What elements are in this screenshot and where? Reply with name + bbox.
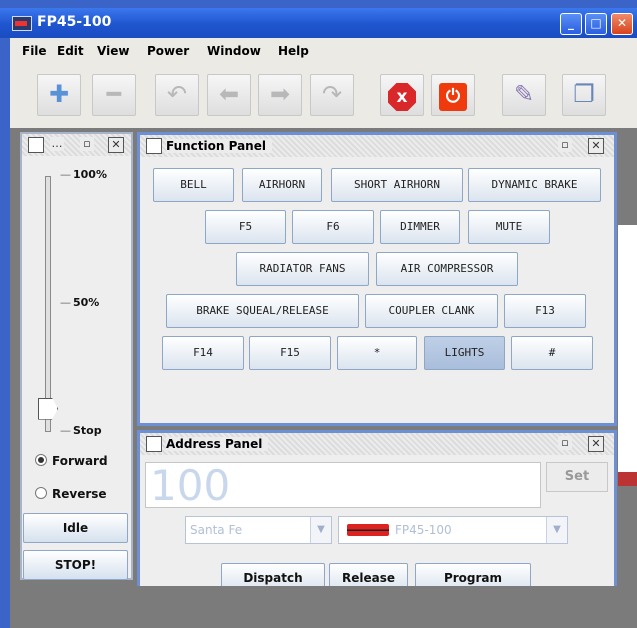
function-button-f13[interactable]: F13 [504,294,586,328]
address-panel-header[interactable]: Address Panel ▫ ✕ [140,433,614,455]
back-button[interactable]: ⬅ [207,74,251,116]
desktop-bottom [10,586,637,628]
close-icon[interactable]: ✕ [588,138,604,154]
function-button-dynamic-brake[interactable]: DYNAMIC BRAKE [468,168,601,202]
radio-unselected-icon [35,487,47,499]
locomotive-thumbnail-icon [347,524,389,536]
windows-button[interactable]: ❐ [562,74,606,116]
function-button-star[interactable]: * [337,336,417,370]
release-button[interactable]: Release [329,563,408,586]
menu-file[interactable]: File [22,44,47,58]
roster-select[interactable]: FP45-100 ▼ [338,516,568,544]
menu-help[interactable]: Help [278,44,309,58]
undo-button[interactable]: ↶ [155,74,199,116]
railroad-select-value: Santa Fe [190,523,243,537]
tick-label-stop: Stop [60,424,102,437]
function-button-mute[interactable]: MUTE [468,210,550,244]
chevron-down-icon: ▼ [310,517,331,543]
set-button[interactable]: Set [546,462,608,492]
function-button-airhorn[interactable]: AIRHORN [242,168,322,202]
stop-icon: x [388,83,416,111]
menu-view[interactable]: View [97,44,129,58]
toolbar: ✚ ━ ↶ ⬅ ➡ ↷ x ⏻ ✎ ❐ [10,68,637,129]
radio-selected-icon [35,454,47,466]
function-button-f14[interactable]: F14 [162,336,244,370]
minimize-button[interactable]: _ [560,13,582,35]
restore-icon[interactable]: ▫ [558,138,572,152]
address-button-row: Dispatch Release Program [140,560,614,586]
arrow-right-icon: ➡ [269,80,291,108]
program-button[interactable]: Program [415,563,531,586]
function-panel-header[interactable]: Function Panel ▫ ✕ [140,135,614,157]
tick-label-100: 100% [60,168,107,181]
stop-button[interactable]: STOP! [23,550,128,580]
function-button-brake-squeal-release[interactable]: BRAKE SQUEAL/RELEASE [166,294,359,328]
function-button-bell[interactable]: BELL [153,168,234,202]
reverse-label: Reverse [52,487,107,501]
address-panel-title: Address Panel [166,437,269,451]
function-button-f15[interactable]: F15 [249,336,331,370]
menu-bar: File Edit View Power Window Help [10,38,637,68]
railroad-select[interactable]: Santa Fe ▼ [185,516,332,544]
close-icon[interactable]: ✕ [588,436,604,452]
idle-button[interactable]: Idle [23,513,128,543]
function-button-lights[interactable]: LIGHTS [424,336,505,370]
function-button-hash[interactable]: # [511,336,593,370]
menu-power[interactable]: Power [147,44,189,58]
chevron-down-icon: ▼ [546,517,567,543]
forward-radio[interactable]: Forward [35,454,108,468]
redo-icon: ↷ [321,80,343,108]
background-frame-edge [618,225,637,480]
restore-icon[interactable]: ▫ [80,137,94,151]
dispatch-button[interactable]: Dispatch [221,563,325,586]
redo-button[interactable]: ↷ [310,74,354,116]
menu-window[interactable]: Window [207,44,261,58]
undo-icon: ↶ [166,80,188,108]
function-button-f5[interactable]: F5 [205,210,286,244]
close-icon[interactable]: ✕ [108,137,124,153]
frame-icon [146,436,162,452]
function-button-dimmer[interactable]: DIMMER [380,210,460,244]
function-button-coupler-clank[interactable]: COUPLER CLANK [365,294,498,328]
title-bar[interactable]: FP45-100 _ □ ✕ [0,8,637,38]
function-button-short-airhorn[interactable]: SHORT AIRHORN [331,168,463,202]
speed-slider-track[interactable] [45,176,51,432]
add-throttle-button[interactable]: ✚ [37,74,81,116]
close-button[interactable]: ✕ [611,13,633,35]
restore-icon[interactable]: ▫ [558,436,572,450]
forward-button[interactable]: ➡ [258,74,302,116]
window-title: FP45-100 [37,14,112,30]
tick-label-50: 50% [60,296,99,309]
emergency-stop-button[interactable]: x [380,74,424,116]
locomotive-app-icon [12,16,32,31]
function-panel-title: Function Panel [166,139,272,153]
background-frame-locomotive [618,472,637,486]
arrow-left-icon: ⬅ [218,80,240,108]
plus-icon: ✚ [48,80,70,108]
preferences-button[interactable]: ✎ [502,74,546,116]
power-icon: ⏻ [439,83,467,111]
roster-select-value: FP45-100 [395,523,452,537]
function-button-radiator-fans[interactable]: RADIATOR FANS [236,252,369,286]
address-input[interactable]: 100 [145,462,541,509]
frame-icon [146,138,162,154]
control-panel-header[interactable]: … ▫ ✕ [22,134,131,156]
remove-throttle-button[interactable]: ━ [92,74,136,116]
function-button-air-compressor[interactable]: AIR COMPRESSOR [376,252,518,286]
reverse-radio[interactable]: Reverse [35,487,107,501]
maximize-button[interactable]: □ [585,13,607,35]
iconify-button[interactable]: … [50,137,64,151]
power-button[interactable]: ⏻ [431,74,475,116]
windows-icon: ❐ [573,80,595,108]
application-window: FP45-100 _ □ ✕ File Edit View Power Wind… [0,0,637,628]
frame-icon [28,137,44,153]
minus-icon: ━ [106,80,122,108]
menu-edit[interactable]: Edit [57,44,84,58]
function-button-f6[interactable]: F6 [292,210,374,244]
edit-document-icon: ✎ [513,80,535,108]
forward-label: Forward [52,454,108,468]
